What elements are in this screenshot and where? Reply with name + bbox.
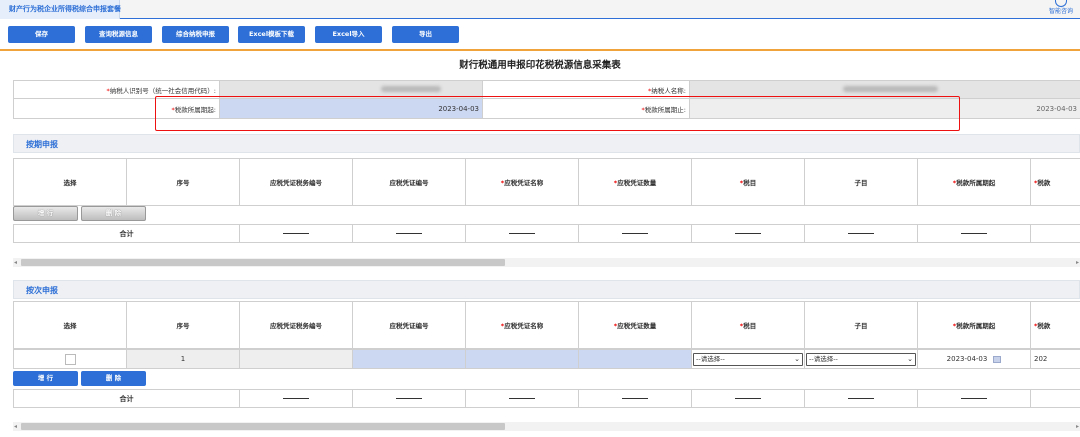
per-time-add-row-button[interactable]: 增 行 (13, 371, 78, 386)
col-select: 选择 (13, 158, 127, 206)
excel-template-download-button[interactable]: Excel模板下载 (238, 26, 305, 43)
top-bar: 财产行为税企业所得税综合申报套餐 智能咨询 (0, 0, 1080, 19)
scroll-right-icon[interactable]: ▸ (1076, 258, 1079, 267)
col-sub-item: 子目 (804, 158, 918, 206)
tax-item-cell: --请选择-- ⌄ (691, 349, 805, 369)
summary-cell (804, 224, 918, 243)
summary-cell (352, 224, 466, 243)
query-source-button[interactable]: 查询税源信息 (85, 26, 152, 43)
periodic-add-row-button[interactable]: 增 行 (13, 206, 78, 221)
col-period-start: *税款所属期起 (917, 301, 1031, 349)
summary-cell (1030, 224, 1080, 243)
scroll-right-icon[interactable]: ▸ (1076, 422, 1079, 431)
per-time-data-table: 1 --请选择-- ⌄ --请选择-- ⌄ 2023-04-03 202 (13, 349, 1080, 369)
period-start-cell[interactable]: 2023-04-03 (917, 349, 1031, 369)
col-select: 选择 (13, 301, 127, 349)
smart-consult-button[interactable]: 智能咨询 (1046, 0, 1076, 19)
scroll-thumb[interactable] (21, 423, 505, 430)
scroll-left-icon[interactable]: ◂ (14, 258, 17, 267)
summary-cell (691, 224, 805, 243)
page-title: 财行税通用申报印花税税源信息采集表 (459, 60, 621, 71)
tab-tax-package[interactable]: 财产行为税企业所得税综合申报套餐 (0, 0, 121, 19)
voucher-tax-no-cell (239, 349, 353, 369)
summary-cell (804, 389, 918, 408)
summary-cell (465, 224, 579, 243)
row-index: 1 (126, 349, 240, 369)
scroll-left-icon[interactable]: ◂ (14, 422, 17, 431)
summary-cell (691, 389, 805, 408)
col-tax-partial: *税款 (1030, 301, 1080, 349)
periodic-h-scrollbar[interactable]: ◂ ▸ (13, 258, 1080, 267)
summary-cell (1030, 389, 1080, 408)
summary-cell (239, 224, 353, 243)
row-checkbox[interactable] (64, 353, 76, 365)
summary-cell (352, 389, 466, 408)
smart-consult-label: 智能咨询 (1048, 8, 1073, 15)
periodic-table-header: 选择 序号 应税凭证税务编号 应税凭证编号 *应税凭证名称 *应税凭证数量 *税… (13, 158, 1080, 206)
export-button[interactable]: 导出 (392, 26, 459, 43)
summary-label: 合计 (13, 389, 240, 408)
scroll-thumb[interactable] (21, 259, 505, 266)
per-time-summary-row: 合计 (13, 389, 1080, 408)
col-index: 序号 (126, 158, 240, 206)
excel-import-button[interactable]: Excel导入 (315, 26, 382, 43)
col-voucher-tax-no: 应税凭证税务编号 (239, 301, 353, 349)
periodic-header-row: 选择 序号 应税凭证税务编号 应税凭证编号 *应税凭证名称 *应税凭证数量 *税… (13, 158, 1080, 206)
summary-cell (917, 224, 1031, 243)
summary-cell (465, 389, 579, 408)
col-voucher-qty: *应税凭证数量 (578, 158, 692, 206)
col-tax-item: *税目 (691, 158, 805, 206)
save-button[interactable]: 保存 (8, 26, 75, 43)
per-time-table-header: 选择 序号 应税凭证税务编号 应税凭证编号 *应税凭证名称 *应税凭证数量 *税… (13, 301, 1080, 349)
comprehensive-declare-button[interactable]: 综合纳税申报 (162, 26, 229, 43)
section-periodic-header: 按期申报 (13, 134, 1080, 153)
col-voucher-no: 应税凭证编号 (352, 301, 466, 349)
col-tax-partial: *税款 (1030, 158, 1080, 206)
tax-partial-cell[interactable]: 202 (1030, 349, 1080, 369)
col-sub-item: 子目 (804, 301, 918, 349)
col-index: 序号 (126, 301, 240, 349)
col-voucher-name: *应税凭证名称 (465, 158, 579, 206)
period-highlight-box (155, 96, 960, 131)
col-voucher-no: 应税凭证编号 (352, 158, 466, 206)
headset-icon (1055, 0, 1067, 7)
calendar-icon[interactable] (993, 355, 1002, 363)
per-time-delete-row-button[interactable]: 删 除 (81, 371, 146, 386)
tax-item-select[interactable]: --请选择-- ⌄ (693, 352, 803, 366)
voucher-no-input[interactable] (352, 349, 466, 369)
sub-item-select[interactable]: --请选择-- ⌄ (806, 352, 916, 366)
sub-item-cell: --请选择-- ⌄ (804, 349, 918, 369)
per-time-summary-table: 合计 (13, 389, 1080, 408)
col-voucher-name: *应税凭证名称 (465, 301, 579, 349)
periodic-summary-row: 合计 (13, 224, 1080, 243)
col-voucher-qty: *应税凭证数量 (578, 301, 692, 349)
summary-cell (917, 389, 1031, 408)
summary-cell (578, 224, 692, 243)
periodic-summary-table: 合计 (13, 224, 1080, 243)
chevron-down-icon: ⌄ (907, 354, 913, 363)
summary-cell (239, 389, 353, 408)
voucher-name-input[interactable] (465, 349, 579, 369)
periodic-delete-row-button[interactable]: 删 除 (81, 206, 146, 221)
divider (0, 49, 1080, 51)
row-select-cell (13, 349, 127, 369)
col-voucher-tax-no: 应税凭证税务编号 (239, 158, 353, 206)
voucher-qty-input[interactable] (578, 349, 692, 369)
per-time-header-row: 选择 序号 应税凭证税务编号 应税凭证编号 *应税凭证名称 *应税凭证数量 *税… (13, 301, 1080, 349)
col-tax-item: *税目 (691, 301, 805, 349)
chevron-down-icon: ⌄ (794, 354, 800, 363)
section-per-time-header: 按次申报 (13, 280, 1080, 299)
table-row: 1 --请选择-- ⌄ --请选择-- ⌄ 2023-04-03 202 (13, 349, 1080, 369)
col-period-start: *税款所属期起 (917, 158, 1031, 206)
per-time-h-scrollbar[interactable]: ◂ ▸ (13, 422, 1080, 431)
summary-cell (578, 389, 692, 408)
summary-label: 合计 (13, 224, 240, 243)
